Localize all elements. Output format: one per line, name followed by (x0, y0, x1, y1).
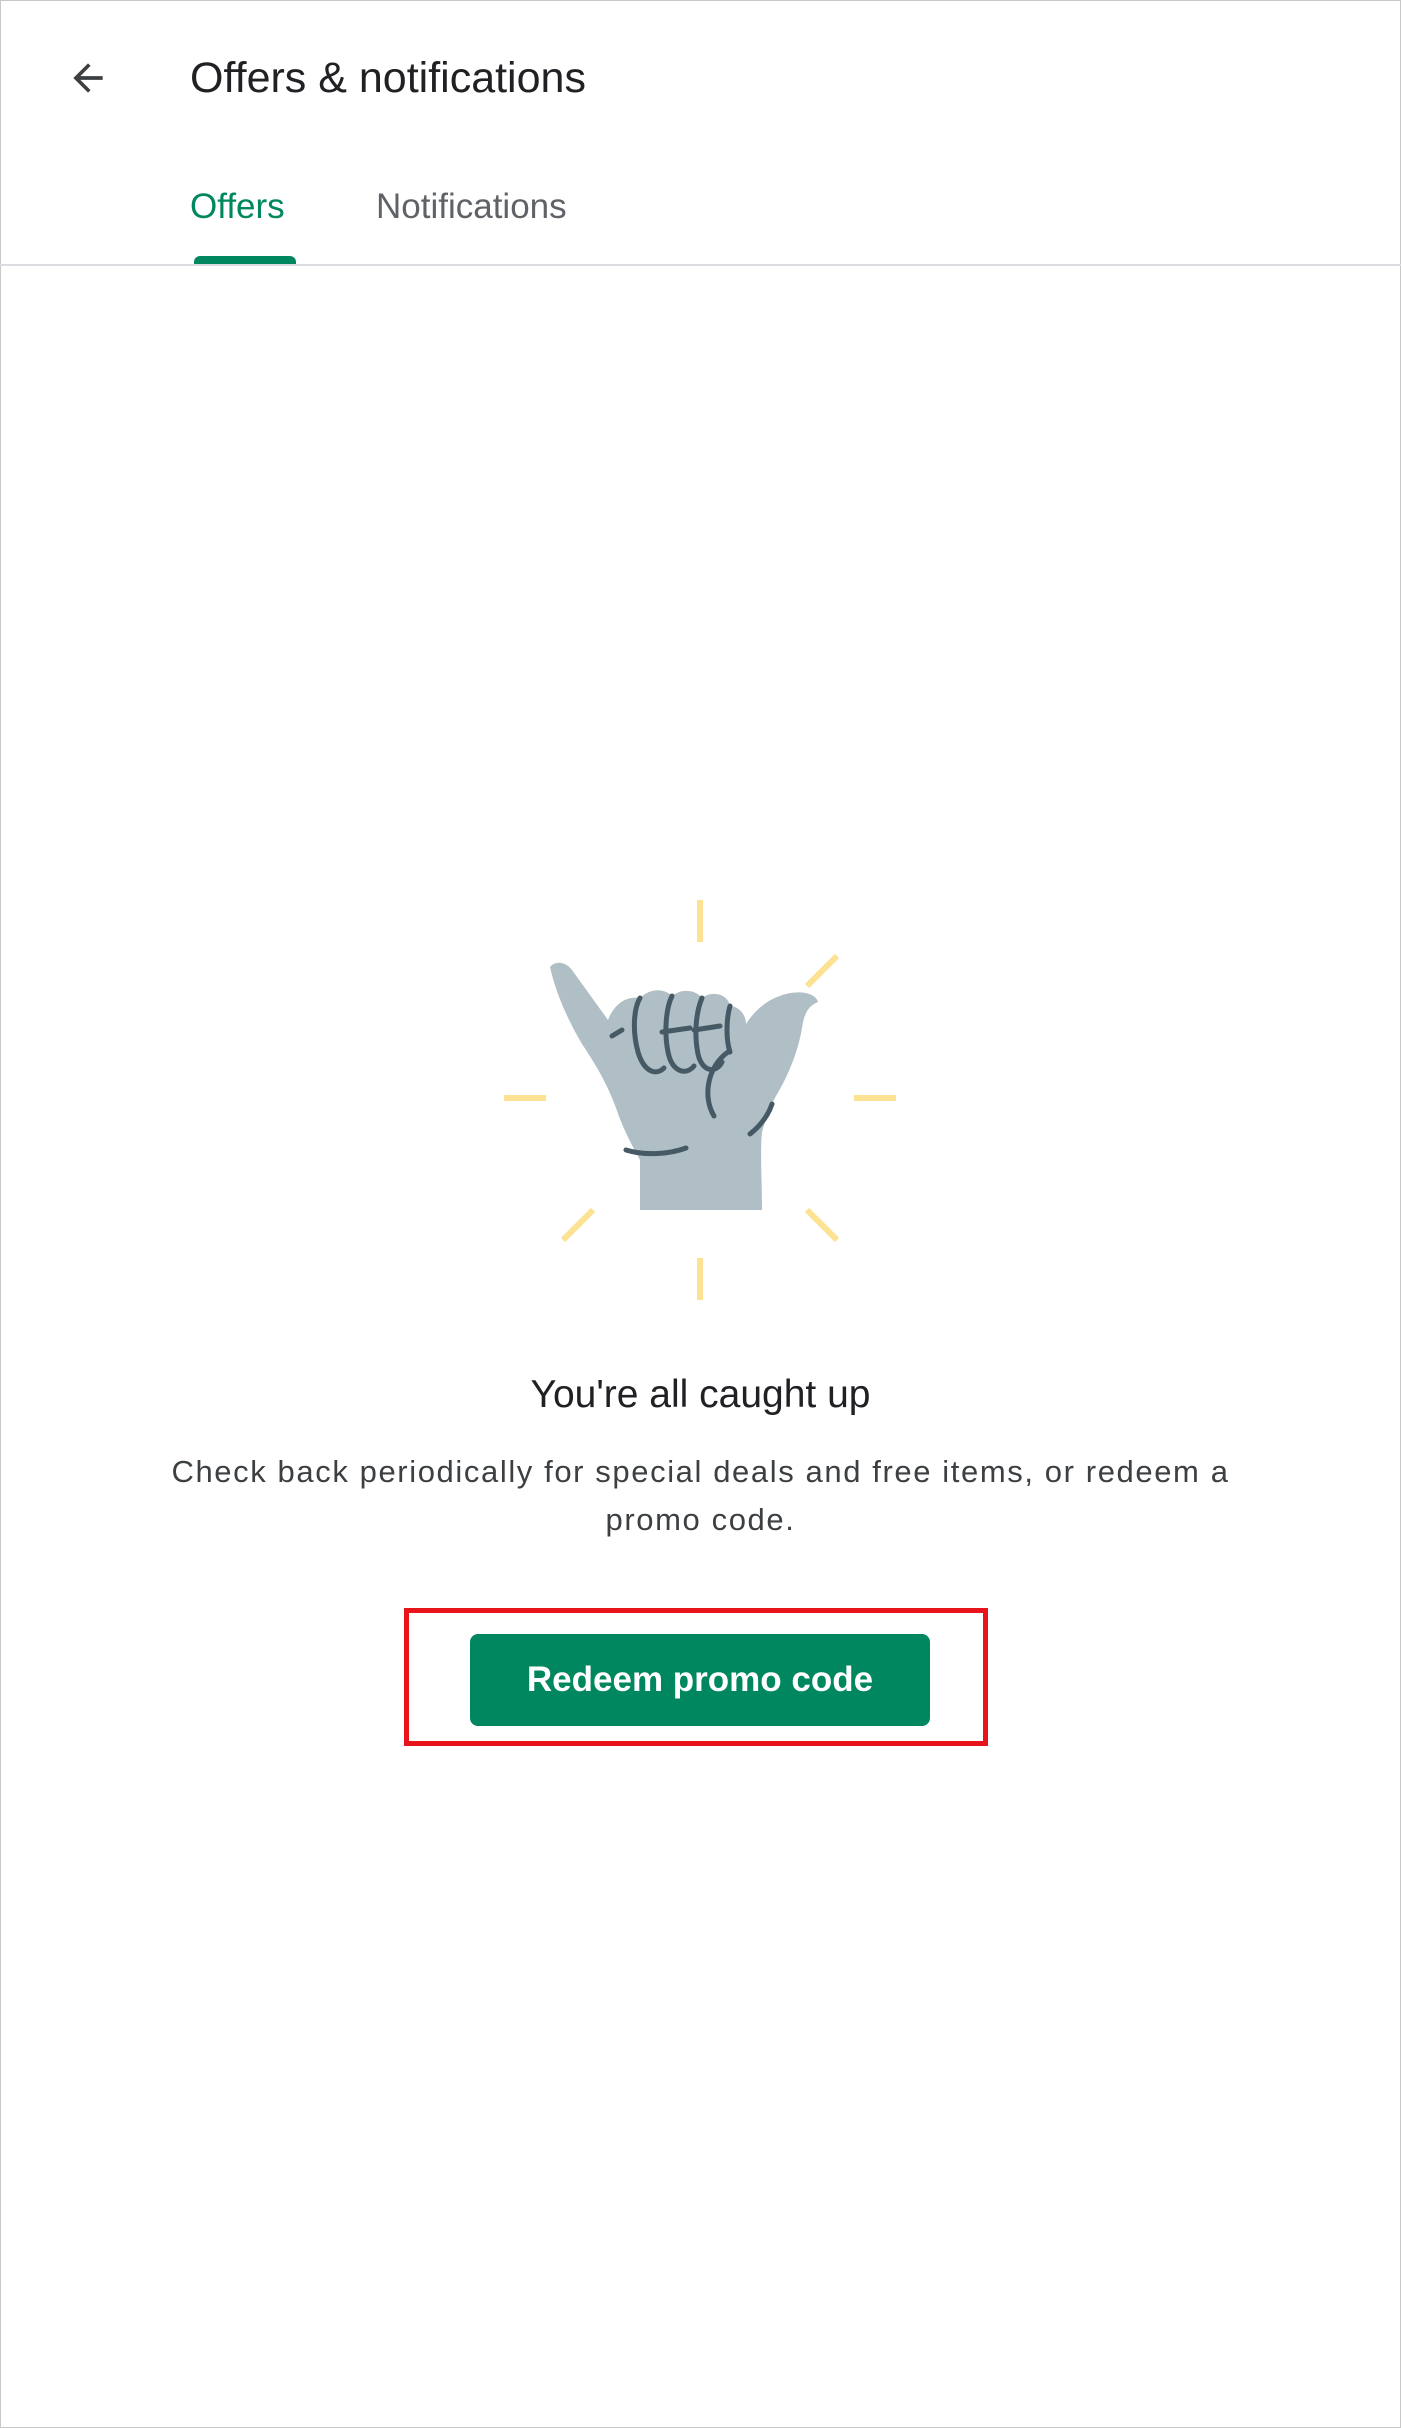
arrow-left-icon (73, 63, 103, 93)
tab-selected-indicator (194, 256, 296, 264)
empty-state-title: You're all caught up (530, 1373, 871, 1416)
empty-state-description: Check back periodically for special deal… (171, 1454, 1230, 1537)
redeem-promo-code-button[interactable]: Redeem promo code (470, 1634, 930, 1726)
tab-bar: Offers Notifications (0, 160, 1401, 266)
back-button[interactable] (50, 40, 126, 116)
tab-offers[interactable]: Offers (190, 182, 285, 232)
tab-notifications[interactable]: Notifications (376, 182, 567, 232)
page-title: Offers & notifications (190, 54, 586, 102)
app-bar: Offers & notifications (0, 0, 1401, 160)
shaka-hand-icon (504, 900, 896, 1300)
